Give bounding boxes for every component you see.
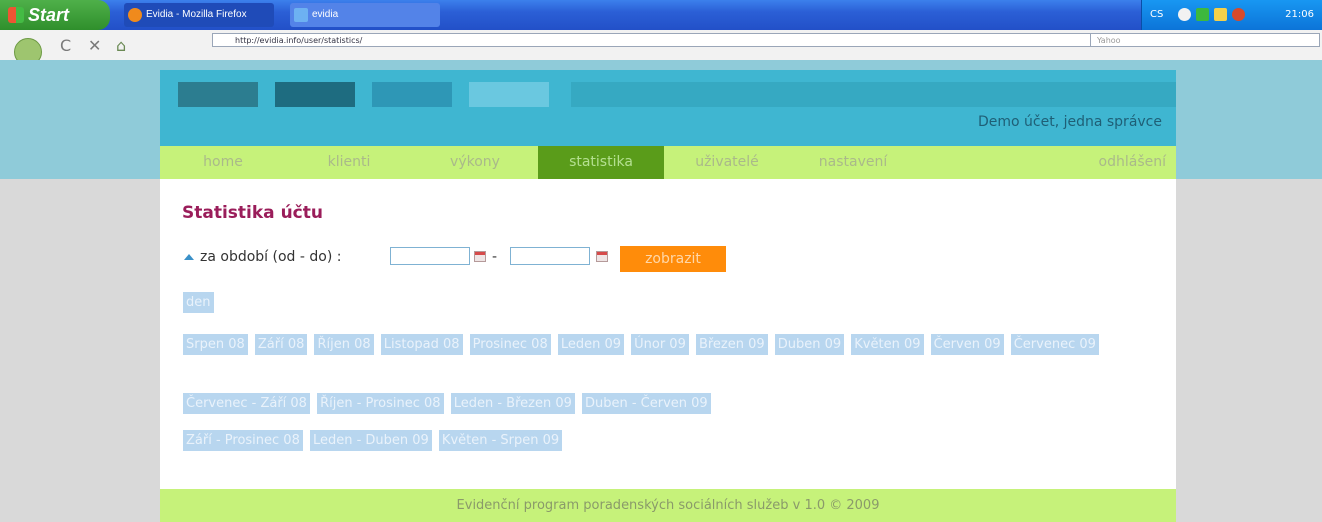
- logout-link[interactable]: odhlášení: [1046, 146, 1176, 179]
- period-link-month[interactable]: Květen 09: [851, 334, 924, 355]
- firefox-icon: [128, 8, 142, 22]
- period-link-month[interactable]: Prosinec 08: [469, 334, 551, 355]
- site-header: Demo účet, jedna správce: [160, 70, 1176, 146]
- thirds-row: Září - Prosinec 08 Leden - Duben 09 Květ…: [183, 429, 1153, 453]
- date-to-input[interactable]: [510, 247, 590, 265]
- header-block: [372, 82, 452, 107]
- period-link-day[interactable]: den: [183, 292, 214, 313]
- start-button[interactable]: Start: [0, 0, 110, 30]
- period-link-month[interactable]: Únor 09: [631, 334, 689, 355]
- menu-item-klienti[interactable]: klienti: [286, 146, 412, 179]
- period-link-month[interactable]: Říjen 08: [314, 334, 374, 355]
- period-link-month[interactable]: Září 08: [254, 334, 308, 355]
- period-link-quarter[interactable]: Leden - Březen 09: [450, 393, 575, 414]
- period-link-quarter[interactable]: Duben - Červen 09: [581, 393, 711, 414]
- menu-spacer: [916, 146, 1046, 179]
- period-link-four-months[interactable]: Leden - Duben 09: [309, 430, 432, 451]
- tray-app-icon[interactable]: [1214, 8, 1227, 21]
- main-menu: home klienti výkony statistika uživatelé…: [160, 146, 1176, 179]
- show-button[interactable]: zobrazit: [620, 246, 726, 272]
- period-link-month[interactable]: Srpen 08: [183, 334, 248, 355]
- network-icon[interactable]: [1178, 8, 1191, 21]
- windows-taskbar: Start Evidia - Mozilla Firefox evidia CS…: [0, 0, 1322, 30]
- quarters-row: Červenec - Září 08 Říjen - Prosinec 08 L…: [183, 392, 1153, 416]
- menu-item-statistika[interactable]: statistika: [538, 146, 664, 179]
- reload-icon[interactable]: C: [60, 36, 71, 55]
- period-link-quarter[interactable]: Červenec - Září 08: [183, 393, 310, 414]
- home-icon[interactable]: ⌂: [116, 36, 126, 55]
- day-row: den: [183, 291, 1153, 315]
- calendar-icon[interactable]: [474, 251, 486, 262]
- main-content: Statistika účtu za období (od - do) : - …: [160, 179, 1176, 489]
- header-banner: [571, 82, 1176, 107]
- menu-item-home[interactable]: home: [160, 146, 286, 179]
- account-name: Demo účet, jedna správce: [977, 114, 1162, 130]
- search-bar[interactable]: Yahoo: [1090, 33, 1320, 47]
- stop-icon[interactable]: ✕: [88, 36, 101, 55]
- period-link-month[interactable]: Listopad 08: [380, 334, 463, 355]
- address-bar[interactable]: http://evidia.info/user/statistics/: [212, 33, 1092, 47]
- page-title: Statistika účtu: [182, 203, 323, 223]
- security-icon[interactable]: [1196, 8, 1209, 21]
- period-link-month[interactable]: Leden 09: [557, 334, 625, 355]
- header-block: [178, 82, 258, 107]
- menu-item-uzivatele[interactable]: uživatelé: [664, 146, 790, 179]
- footer: Evidenční program poradenských sociálníc…: [160, 489, 1176, 522]
- windows-logo-icon: [8, 7, 24, 23]
- filter-label: za období (od - do) :: [200, 249, 342, 265]
- menu-item-vykony[interactable]: výkony: [412, 146, 538, 179]
- taskbar-item-folder[interactable]: evidia: [290, 3, 440, 27]
- collapse-arrow-icon[interactable]: [184, 254, 194, 260]
- taskbar-item-label: Evidia - Mozilla Firefox: [146, 9, 247, 20]
- period-link-four-months[interactable]: Květen - Srpen 09: [438, 430, 563, 451]
- taskbar-item-label: evidia: [312, 9, 339, 20]
- period-link-month[interactable]: Červen 09: [930, 334, 1004, 355]
- period-link-quarter[interactable]: Říjen - Prosinec 08: [317, 393, 444, 414]
- header-block: [469, 82, 549, 107]
- period-link-month[interactable]: Červenec 09: [1010, 334, 1099, 355]
- months-row: Srpen 08 Září 08 Říjen 08 Listopad 08 Pr…: [183, 333, 1133, 357]
- clock[interactable]: 21:06: [1285, 0, 1314, 30]
- header-block: [275, 82, 355, 107]
- period-link-month[interactable]: Duben 09: [774, 334, 845, 355]
- folder-icon: [294, 8, 308, 22]
- system-tray: CS 21:06: [1141, 0, 1322, 30]
- menu-item-nastaveni[interactable]: nastavení: [790, 146, 916, 179]
- language-indicator[interactable]: CS: [1150, 0, 1163, 30]
- date-separator: -: [492, 249, 498, 265]
- period-link-month[interactable]: Březen 09: [695, 334, 768, 355]
- period-link-four-months[interactable]: Září - Prosinec 08: [183, 430, 303, 451]
- taskbar-item-firefox[interactable]: Evidia - Mozilla Firefox: [124, 3, 274, 27]
- date-from-input[interactable]: [390, 247, 470, 265]
- calendar-icon[interactable]: [596, 251, 608, 262]
- start-label: Start: [28, 5, 70, 25]
- volume-icon[interactable]: [1232, 8, 1245, 21]
